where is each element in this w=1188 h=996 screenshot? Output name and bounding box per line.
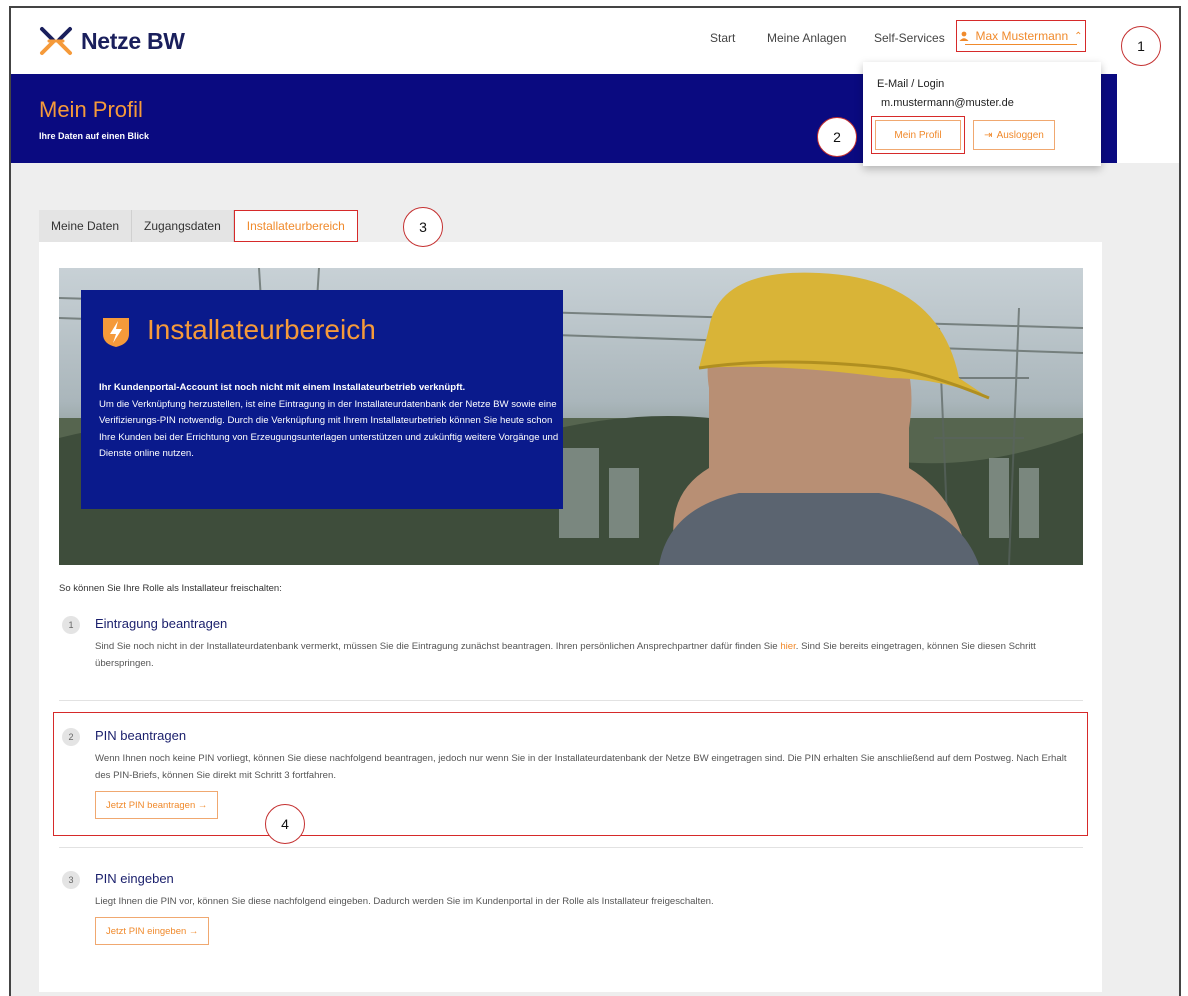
user-menu-underline [965,43,1077,45]
step-title: Eintragung beantragen [95,616,228,631]
tab-installateurbereich[interactable]: Installateurbereich [233,210,358,242]
logout-button[interactable]: ⇥ Ausloggen [973,120,1055,150]
user-icon [959,31,969,41]
pin-beantragen-button[interactable]: Jetzt PIN beantragen → [95,791,219,819]
user-dropdown: E-Mail / Login m.mustermann@muster.de Me… [863,62,1101,166]
chevron-up-icon: ⌃ [1074,30,1083,42]
hero-info-box: Installateurbereich Ihr Kundenportal-Acc… [81,290,563,509]
step-number: 3 [62,871,80,889]
logout-label: Ausloggen [996,129,1044,141]
step-number: 2 [62,728,80,746]
annotation-marker-1: 1 [1121,26,1161,66]
step-number: 1 [62,616,80,634]
content-area: Meine Daten Zugangsdaten Installateurber… [11,163,1179,996]
page-title: Mein Profil [39,97,143,122]
annotation-marker-3: 3 [403,207,443,247]
divider [59,700,1083,701]
app-frame: Netze BW Start Meine Anlagen Self-Servic… [9,6,1181,996]
step-title: PIN eingeben [95,871,174,886]
lightning-shield-icon [103,318,129,347]
step-title: PIN beantragen [95,728,187,743]
pin-eingeben-button[interactable]: Jetzt PIN eingeben → [95,917,210,945]
hero-title: Installateurbereich [147,314,376,345]
nav-start[interactable]: Start [710,31,735,45]
hero-bold-text: Ihr Kundenportal-Account ist noch nicht … [99,382,466,393]
nav-self-services[interactable]: Self-Services [874,31,945,45]
hero-description: Ihr Kundenportal-Account ist noch nicht … [99,380,559,463]
mein-profil-button[interactable]: Mein Profil [871,116,965,154]
divider [59,847,1083,848]
step-text: Wenn Ihnen noch keine PIN vorliegt, könn… [95,753,1067,781]
step-text: Sind Sie noch nicht in der Installateurd… [95,638,1070,672]
step-text-part: Sind Sie noch nicht in der Installateurd… [95,641,781,652]
mein-profil-label: Mein Profil [894,129,942,141]
annotation-marker-4: 4 [265,804,305,844]
hero-text: Um die Verknüpfung herzustellen, ist ein… [99,398,559,460]
tab-meine-daten[interactable]: Meine Daten [39,210,133,242]
profile-tabs: Meine Daten Zugangsdaten Installateurber… [39,210,358,242]
steps-intro: So können Sie Ihre Rolle als Installateu… [59,583,282,594]
page-subtitle: Ihre Daten auf einen Blick [39,131,150,141]
logout-icon: ⇥ [984,129,993,141]
email-login-label: E-Mail / Login [877,78,945,90]
installateur-card: Installateurbereich Ihr Kundenportal-Acc… [39,242,1102,992]
hier-link[interactable]: hier [780,641,795,652]
step-text: Liegt Ihnen die PIN vor, können Sie dies… [95,896,714,907]
nav-meine-anlagen[interactable]: Meine Anlagen [767,31,846,45]
hero-image: Installateurbereich Ihr Kundenportal-Acc… [59,268,1083,565]
user-name: Max Mustermann [975,29,1069,43]
user-menu-button[interactable]: Max Mustermann ⌃ [956,20,1086,52]
tab-zugangsdaten[interactable]: Zugangsdaten [132,210,234,242]
user-email: m.mustermann@muster.de [881,97,1014,109]
annotation-marker-2: 2 [817,117,857,157]
